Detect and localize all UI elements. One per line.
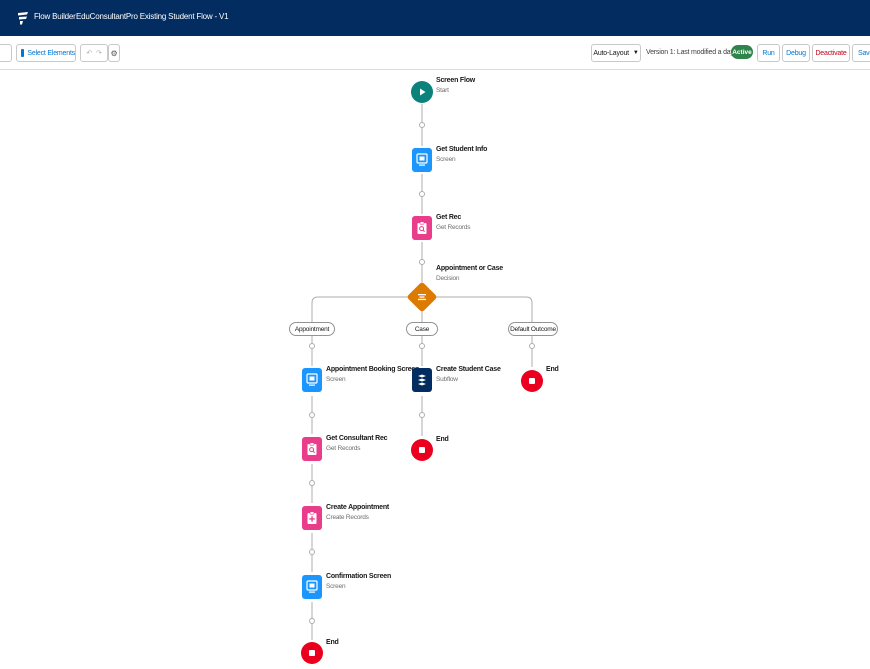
confirmation-screen-label: Confirmation Screen Screen — [326, 573, 392, 590]
stop-icon — [419, 447, 425, 453]
get-consultant-rec-node[interactable] — [302, 437, 322, 461]
debug-button[interactable]: Debug — [782, 44, 810, 62]
end-case-label: End — [436, 436, 449, 443]
run-button[interactable]: Run — [757, 44, 780, 62]
redo-icon[interactable]: ↷ — [96, 49, 102, 57]
decision-icon — [418, 294, 426, 301]
get-rec-node[interactable] — [412, 216, 432, 240]
get-records-icon — [417, 221, 427, 234]
create-student-case-node[interactable] — [412, 368, 432, 392]
get-consultant-rec-label: Get Consultant Rec Get Records — [326, 435, 388, 452]
appointment-booking-screen-node[interactable] — [302, 368, 322, 392]
stop-icon — [309, 650, 315, 656]
flow-name: EduConsultantPro Existing Student Flow -… — [76, 12, 229, 21]
stop-icon — [529, 378, 535, 384]
undo-icon[interactable]: ↶ — [86, 49, 92, 57]
create-appointment-node[interactable] — [302, 506, 322, 530]
screen-icon — [306, 373, 318, 386]
auto-layout-label: Auto-Layout — [593, 49, 629, 57]
save-button[interactable]: Save — [852, 44, 870, 62]
appointment-booking-screen-label: Appointment Booking Screen Screen — [326, 366, 420, 383]
select-elements-icon — [21, 49, 25, 57]
subflow-icon — [418, 374, 426, 386]
branch-appointment[interactable]: Appointment — [289, 322, 335, 336]
create-records-icon — [307, 511, 317, 524]
auto-layout-dropdown[interactable]: Auto-Layout ▼ — [591, 44, 641, 62]
app-header: Flow Builder EduConsultantPro Existing S… — [0, 0, 870, 36]
end-default-label: End — [546, 366, 559, 373]
toolbar: Select Elements ↶ ↷ ⚙ Auto-Layout ▼ Vers… — [0, 36, 870, 70]
select-elements-label: Select Elements — [27, 49, 75, 57]
chevron-down-icon: ▼ — [632, 50, 639, 56]
confirmation-screen-node[interactable] — [302, 575, 322, 599]
status-badge: Active — [731, 45, 753, 59]
start-node[interactable] — [411, 81, 433, 103]
flow-canvas[interactable] — [0, 71, 870, 669]
get-student-info-node[interactable] — [412, 148, 432, 172]
play-icon — [420, 88, 426, 96]
decision-label: Appointment or Case Decision — [436, 265, 503, 282]
flow-builder-logo-icon — [18, 12, 28, 25]
app-name: Flow Builder — [34, 12, 76, 21]
end-appointment-node[interactable] — [301, 642, 323, 664]
create-appointment-label: Create Appointment Create Records — [326, 504, 390, 521]
get-records-icon — [307, 442, 317, 455]
screen-icon — [416, 153, 428, 166]
end-case-node[interactable] — [411, 439, 433, 461]
start-label: Screen Flow Start — [436, 77, 476, 94]
get-rec-label: Get Rec Get Records — [436, 214, 471, 231]
screen-icon — [306, 580, 318, 593]
branch-case[interactable]: Case — [406, 322, 438, 336]
end-appointment-label: End — [326, 639, 339, 646]
gear-icon[interactable]: ⚙ — [108, 44, 120, 62]
undo-redo-group: ↶ ↷ — [80, 44, 108, 62]
select-elements-button[interactable]: Select Elements — [16, 44, 76, 62]
branch-default-outcome[interactable]: Default Outcome — [508, 322, 558, 336]
deactivate-button[interactable]: Deactivate — [812, 44, 850, 62]
create-student-case-label: Create Student Case Subflow — [436, 366, 501, 383]
toggle-panel-button[interactable] — [0, 44, 12, 62]
end-default-node[interactable] — [521, 370, 543, 392]
get-student-info-label: Get Student Info Screen — [436, 146, 488, 163]
